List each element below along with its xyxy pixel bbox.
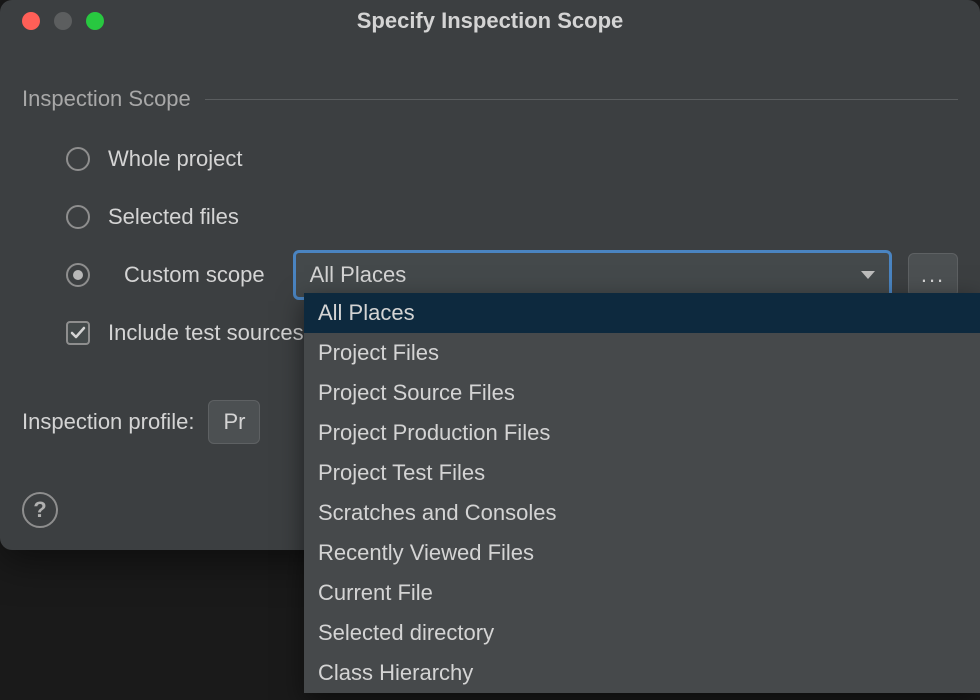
chevron-down-icon: [861, 271, 875, 279]
radio-icon[interactable]: [66, 263, 90, 287]
dropdown-item-class-hierarchy[interactable]: Class Hierarchy: [304, 653, 980, 693]
dropdown-item-recently-viewed[interactable]: Recently Viewed Files: [304, 533, 980, 573]
dropdown-item-project-test-files[interactable]: Project Test Files: [304, 453, 980, 493]
radio-icon: [66, 205, 90, 229]
radio-selected-files-label: Selected files: [108, 204, 239, 230]
inspection-scope-dialog: Specify Inspection Scope Inspection Scop…: [0, 0, 980, 550]
section-divider: [205, 99, 958, 100]
dropdown-item-current-file[interactable]: Current File: [304, 573, 980, 613]
section-header: Inspection Scope: [22, 86, 958, 112]
custom-scope-dropdown-list: All Places Project Files Project Source …: [304, 293, 980, 693]
radio-icon: [66, 147, 90, 171]
checkbox-include-test-label: Include test sources: [108, 320, 304, 346]
section-label: Inspection Scope: [22, 86, 191, 112]
ellipsis-icon: ...: [921, 262, 945, 288]
question-mark-icon: ?: [33, 497, 46, 523]
checkbox-icon: [66, 321, 90, 345]
radio-whole-project-row[interactable]: Whole project: [66, 130, 958, 188]
help-button[interactable]: ?: [22, 492, 58, 528]
radio-selected-files-row[interactable]: Selected files: [66, 188, 958, 246]
inspection-profile-value: Pr: [223, 409, 245, 435]
radio-whole-project-label: Whole project: [108, 146, 243, 172]
dropdown-item-project-files[interactable]: Project Files: [304, 333, 980, 373]
inspection-profile-dropdown[interactable]: Pr: [208, 400, 260, 444]
dropdown-item-project-production-files[interactable]: Project Production Files: [304, 413, 980, 453]
maximize-window-button[interactable]: [86, 12, 104, 30]
custom-scope-selected-value: All Places: [310, 262, 407, 288]
radio-custom-scope-label[interactable]: Custom scope: [124, 262, 265, 288]
dropdown-item-selected-directory[interactable]: Selected directory: [304, 613, 980, 653]
inspection-profile-label: Inspection profile:: [22, 409, 194, 435]
window-controls: [0, 12, 104, 30]
edit-scopes-button[interactable]: ...: [908, 253, 958, 297]
titlebar: Specify Inspection Scope: [0, 0, 980, 42]
dropdown-item-project-source-files[interactable]: Project Source Files: [304, 373, 980, 413]
dropdown-item-scratches-consoles[interactable]: Scratches and Consoles: [304, 493, 980, 533]
window-title: Specify Inspection Scope: [0, 8, 980, 34]
minimize-window-button[interactable]: [54, 12, 72, 30]
dropdown-item-all-places[interactable]: All Places: [304, 293, 980, 333]
close-window-button[interactable]: [22, 12, 40, 30]
